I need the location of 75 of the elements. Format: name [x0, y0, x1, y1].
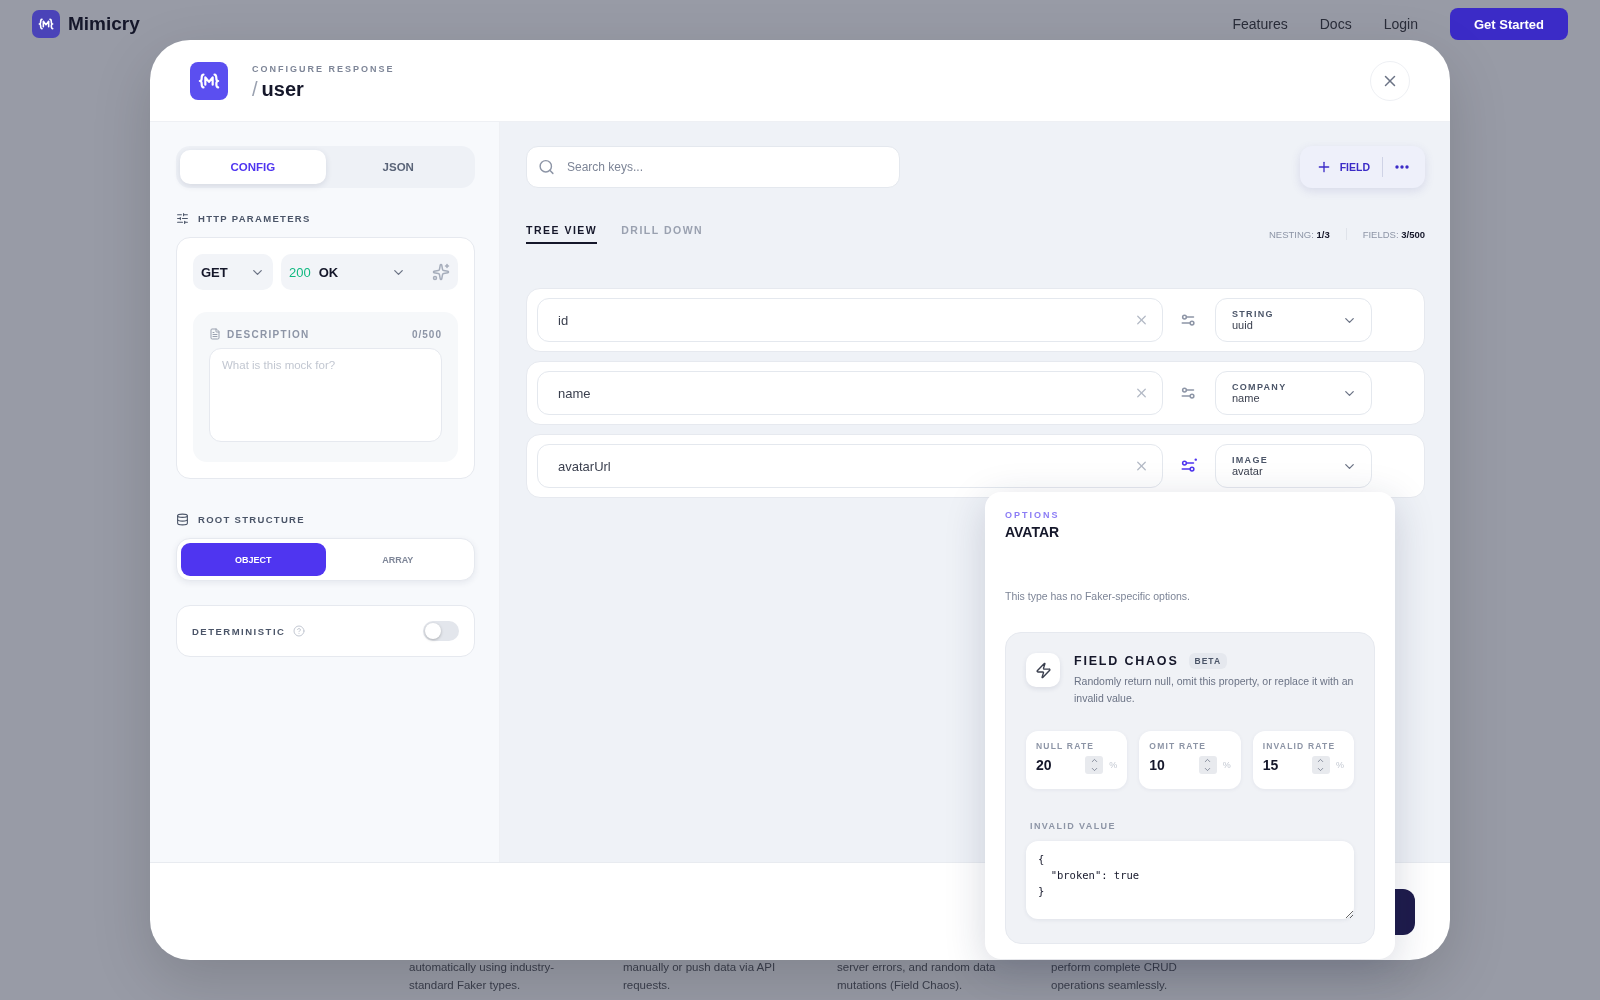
chevron-up-icon	[1316, 756, 1326, 765]
dialog-eyebrow: CONFIGURE RESPONSE	[252, 64, 395, 74]
section-label: ROOT STRUCTURE	[198, 514, 305, 525]
sliders-icon	[176, 212, 189, 225]
add-field-button[interactable]: FIELD	[1307, 159, 1378, 175]
rate-label: OMIT RATE	[1149, 741, 1208, 751]
structure-option[interactable]: OBJECT	[181, 543, 326, 576]
chevron-up-icon	[1089, 756, 1099, 765]
chevron-down-icon	[1203, 765, 1213, 774]
nav-link[interactable]: Docs	[1319, 16, 1352, 32]
invalid-value-label: INVALID VALUE	[1029, 821, 1117, 831]
percent-unit: %	[1222, 760, 1231, 770]
view-tab[interactable]: TREE VIEW	[526, 224, 598, 244]
chaos-title: FIELD CHAOS	[1074, 654, 1179, 668]
feature-text: manually or push data via API	[623, 960, 777, 975]
key-field[interactable]: name	[537, 371, 1163, 415]
deterministic-toggle[interactable]	[423, 621, 459, 641]
feature-text: operations seamlessly.	[1051, 978, 1169, 993]
get-started-button[interactable]: Get Started	[1449, 8, 1568, 40]
structure-option[interactable]: ARRAY	[325, 543, 470, 576]
stepper-button[interactable]	[1312, 756, 1330, 774]
sparkle-icon[interactable]	[432, 263, 450, 281]
help-icon[interactable]	[293, 625, 306, 637]
search-field[interactable]: Search keys...	[526, 146, 900, 188]
dialog-title: user	[261, 78, 304, 101]
popover-note: This type has no Faker-specific options.	[1005, 590, 1191, 602]
sliders-icon	[1180, 457, 1198, 475]
database-icon	[176, 513, 189, 526]
chevron-down-icon	[1316, 765, 1326, 774]
sliders-icon	[1180, 384, 1198, 402]
sliders-icon	[1180, 311, 1198, 329]
popover-eyebrow: OPTIONS	[1005, 510, 1061, 520]
percent-unit: %	[1109, 760, 1118, 770]
feature-text: requests.	[623, 978, 672, 993]
rate-label: NULL RATE	[1036, 741, 1096, 751]
logo-icon	[190, 61, 228, 100]
feature-text: mutations (Field Chaos).	[837, 978, 964, 993]
mode-tab[interactable]: JSON	[325, 150, 471, 184]
type-select[interactable]: STRING uuid	[1215, 298, 1372, 342]
feature-text: automatically using industry-	[409, 960, 556, 975]
brand-name: Mimicry	[68, 13, 140, 35]
stepper-button[interactable]	[1198, 756, 1217, 774]
description-label: DESCRIPTION	[227, 328, 310, 340]
popover-title: AVATAR	[1005, 524, 1061, 540]
percent-unit: %	[1336, 760, 1344, 770]
rate-label: INVALID RATE	[1262, 741, 1337, 751]
feature-text: perform complete CRUD	[1051, 960, 1178, 975]
beta-badge: BETA	[1188, 653, 1228, 669]
mode-tab[interactable]: CONFIG	[180, 150, 326, 184]
search-icon	[538, 158, 555, 176]
stat-text: NESTING: 1/3	[1268, 228, 1330, 240]
key-field[interactable]: id	[537, 298, 1163, 342]
method-select[interactable]: GET	[193, 254, 273, 290]
feature-text: server errors, and random data	[837, 960, 997, 975]
chevron-up-icon	[1203, 756, 1213, 765]
more-icon	[1395, 165, 1409, 169]
document-icon	[209, 328, 221, 340]
feature-text: standard Faker types.	[409, 978, 522, 993]
nav-link[interactable]: Features	[1232, 16, 1288, 32]
stepper-button[interactable]	[1085, 756, 1104, 774]
stat-text: FIELDS: 3/500	[1362, 228, 1425, 240]
type-select[interactable]: IMAGE avatar	[1215, 444, 1372, 488]
deterministic-label: DETERMINISTIC	[192, 625, 286, 637]
logo-icon[interactable]	[32, 10, 60, 38]
nav-link[interactable]: Login	[1383, 16, 1418, 32]
status-select[interactable]: 200 OK	[281, 254, 458, 290]
section-label: HTTP PARAMETERS	[198, 213, 311, 224]
chevron-down-icon	[1089, 765, 1099, 774]
invalid-value-field[interactable]: { "broken": true }	[1026, 841, 1354, 919]
close-button[interactable]	[1370, 60, 1410, 101]
key-field[interactable]: avatarUrl	[537, 444, 1163, 488]
slash-text: /	[252, 78, 258, 101]
character-counter: 0/500	[411, 328, 442, 340]
chaos-description: Randomly return null, omit this property, or replace it with an invalid value.	[1074, 674, 1354, 706]
type-select[interactable]: COMPANY name	[1215, 371, 1372, 415]
